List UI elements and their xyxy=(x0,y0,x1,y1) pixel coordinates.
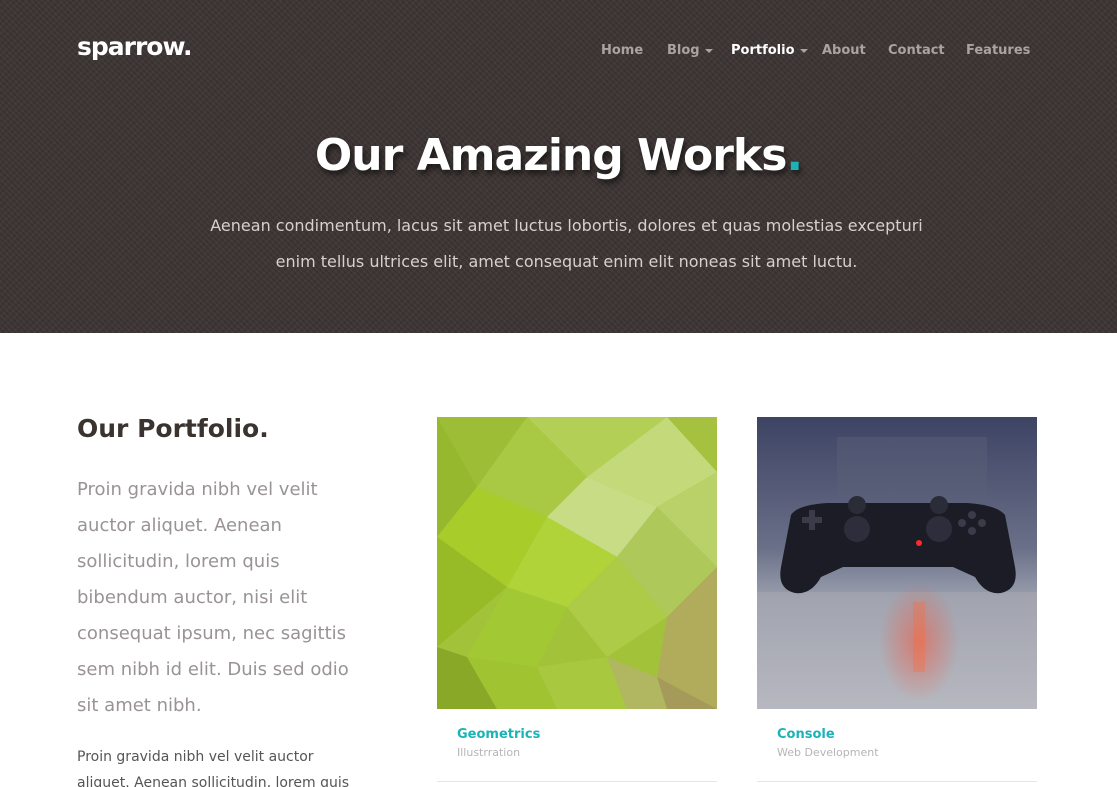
nav-item-portfolio[interactable]: Portfolio xyxy=(731,43,808,58)
page-title: Our Amazing Works. xyxy=(0,130,1117,181)
nav-label: Features xyxy=(966,43,1031,58)
caret-down-icon xyxy=(799,48,808,53)
portfolio-item-category: Web Development xyxy=(777,746,879,759)
nav-label: Portfolio xyxy=(731,43,795,58)
green-polygon-image[interactable] xyxy=(437,417,717,709)
caret-down-icon xyxy=(704,48,713,53)
nav-label: Home xyxy=(601,43,644,58)
nav-item-about[interactable]: About xyxy=(822,43,866,58)
section-lead-text: Proin gravida nibh vel velit auctor aliq… xyxy=(77,479,349,716)
portfolio-card[interactable]: Geometrics Illustrration xyxy=(437,417,717,782)
portfolio-item-category: Illustrration xyxy=(457,746,521,759)
page-title-dot: . xyxy=(786,130,803,181)
nav-label: Contact xyxy=(888,43,945,58)
nav-item-contact[interactable]: Contact xyxy=(888,43,945,58)
section-body-text: Proin gravida nibh vel velit auctor aliq… xyxy=(77,749,350,787)
portfolio-card[interactable]: Console Web Development xyxy=(757,417,1037,782)
nav-label: Blog xyxy=(667,43,700,58)
portfolio-item-title[interactable]: Console xyxy=(777,727,835,742)
main-nav: Home Blog Portfolio About Contact Featur… xyxy=(0,43,1117,61)
nav-item-home[interactable]: Home xyxy=(601,43,643,58)
nav-item-blog[interactable]: Blog xyxy=(667,43,713,58)
portfolio-item-title[interactable]: Geometrics xyxy=(457,727,540,742)
nav-label: About xyxy=(822,43,866,58)
page-title-text: Our Amazing Works xyxy=(314,130,788,181)
page-subtitle: Aenean condimentum, lacus sit amet luctu… xyxy=(210,216,923,271)
nav-item-features[interactable]: Features xyxy=(966,43,1030,58)
hero-header: sparrow. Home Blog Portfolio About Conta… xyxy=(0,0,1117,333)
game-controller-photo[interactable] xyxy=(757,417,1037,709)
section-heading: Our Portfolio. xyxy=(77,414,269,443)
